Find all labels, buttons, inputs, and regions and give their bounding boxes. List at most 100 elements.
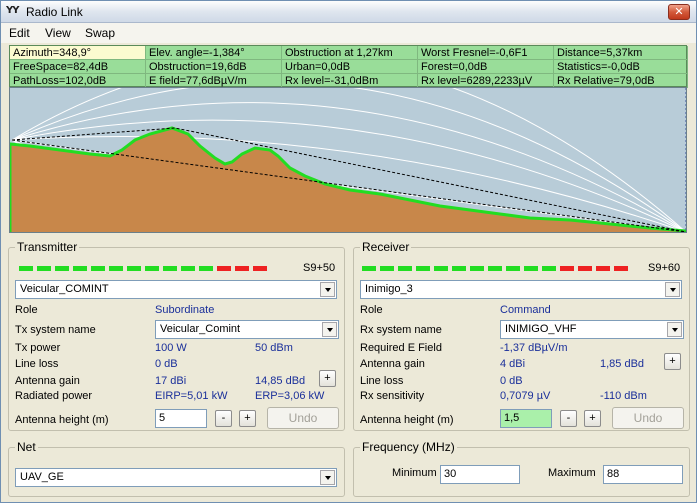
tx-loss-value: 0 dB xyxy=(155,358,178,370)
window-title: Radio Link xyxy=(26,5,83,19)
rx-system-label: Rx system name xyxy=(360,324,442,336)
transmitter-title: Transmitter xyxy=(15,240,80,254)
meter-segment-green xyxy=(380,266,394,271)
title-bar[interactable]: YY Radio Link ✕ xyxy=(1,1,696,23)
tx-role-label: Role xyxy=(15,304,38,316)
meter-segment-green xyxy=(470,266,484,271)
info-distance: Distance=5,37km xyxy=(554,46,688,60)
rx-undo-button[interactable]: Undo xyxy=(612,407,684,429)
tx-erp: ERP=3,06 kW xyxy=(255,390,325,402)
menu-bar: Edit View Swap xyxy=(1,23,696,43)
tx-power-dbm: 50 dBm xyxy=(255,342,293,354)
rx-sens-label: Rx sensitivity xyxy=(360,390,425,402)
transmitter-panel: Transmitter S9+50 Veicular_COMINT Role S… xyxy=(8,240,345,431)
tx-height-minus-button[interactable]: - xyxy=(215,410,232,427)
info-pathloss: PathLoss=102,0dB xyxy=(10,74,146,88)
chevron-down-icon[interactable] xyxy=(665,282,680,297)
chevron-down-icon[interactable] xyxy=(320,282,335,297)
chevron-down-icon[interactable] xyxy=(320,470,335,485)
rx-gain-plus-button[interactable]: + xyxy=(664,353,681,370)
receiver-panel: Receiver S9+60 Inimigo_3 Role Command Rx… xyxy=(353,240,690,431)
tx-height-label: Antenna height (m) xyxy=(15,414,109,426)
rx-field-value: -1,37 dBµV/m xyxy=(500,342,568,354)
meter-segment-red xyxy=(614,266,628,271)
freq-min-input[interactable]: 30 xyxy=(440,465,520,484)
rx-role-value: Command xyxy=(500,304,551,316)
tx-undo-button[interactable]: Undo xyxy=(267,407,339,429)
meter-segment-green xyxy=(542,266,556,271)
info-forest: Forest=0,0dB xyxy=(418,60,554,74)
tx-height-input[interactable]: 5 xyxy=(155,409,207,428)
meter-segment-green xyxy=(55,266,69,271)
terrain-profile xyxy=(9,87,687,233)
meter-segment-green xyxy=(109,266,123,271)
meter-segment-green xyxy=(145,266,159,271)
meter-segment-green xyxy=(524,266,538,271)
rx-role-label: Role xyxy=(360,304,383,316)
tx-gain-dbd: 14,85 dBd xyxy=(255,375,306,387)
info-rx-level-dbm: Rx level=-31,0dBm xyxy=(282,74,418,88)
rx-system-select[interactable]: INIMIGO_VHF xyxy=(500,320,684,339)
rx-field-label: Required E Field xyxy=(360,342,442,354)
rx-sens-uv: 0,7079 µV xyxy=(500,390,551,402)
info-obstruction-at: Obstruction at 1,27km xyxy=(282,46,418,60)
meter-segment-green xyxy=(37,266,51,271)
rx-height-input[interactable]: 1,5 xyxy=(500,409,552,428)
menu-swap[interactable]: Swap xyxy=(85,26,115,40)
net-panel: Net UAV_GE xyxy=(8,440,345,497)
rx-height-plus-button[interactable]: + xyxy=(584,410,601,427)
meter-segment-green xyxy=(127,266,141,271)
tx-unit-select[interactable]: Veicular_COMINT xyxy=(15,280,337,299)
rx-loss-value: 0 dB xyxy=(500,375,523,387)
rx-gain-dbd: 1,85 dBd xyxy=(600,358,645,370)
rx-sens-dbm: -110 dBm xyxy=(600,390,647,402)
meter-segment-red xyxy=(253,266,267,271)
menu-view[interactable]: View xyxy=(45,26,71,40)
tx-eirp: EIRP=5,01 kW xyxy=(155,390,228,402)
meter-segment-green xyxy=(398,266,412,271)
rx-system-value: INIMIGO_VHF xyxy=(505,323,577,335)
tx-gain-plus-button[interactable]: + xyxy=(319,370,336,387)
receiver-title: Receiver xyxy=(360,240,412,254)
info-elev-angle: Elev. angle=-1,384° xyxy=(146,46,282,60)
meter-segment-green xyxy=(488,266,502,271)
rx-height-label: Antenna height (m) xyxy=(360,414,454,426)
info-rx-level-uv: Rx level=6289,2233µV xyxy=(418,74,554,88)
frequency-title: Frequency (MHz) xyxy=(360,440,457,454)
info-freespace: FreeSpace=82,4dB xyxy=(10,60,146,74)
info-urban: Urban=0,0dB xyxy=(282,60,418,74)
tx-meter-label: S9+50 xyxy=(303,262,336,274)
meter-segment-red xyxy=(560,266,574,271)
frequency-panel: Frequency (MHz) Minimum 30 Maximum 88 xyxy=(353,440,690,497)
tx-loss-label: Line loss xyxy=(15,358,59,370)
rx-meter-label: S9+60 xyxy=(648,262,681,274)
tx-power-label: Tx power xyxy=(15,342,61,354)
tx-unit-value: Veicular_COMINT xyxy=(20,283,109,295)
meter-segment-green xyxy=(362,266,376,271)
meter-segment-red xyxy=(596,266,610,271)
info-obstruction: Obstruction=19,6dB xyxy=(146,60,282,74)
net-select[interactable]: UAV_GE xyxy=(15,468,337,487)
rx-unit-value: Inimigo_3 xyxy=(365,283,413,295)
freq-max-input[interactable]: 88 xyxy=(603,465,683,484)
rx-height-minus-button[interactable]: - xyxy=(560,410,577,427)
info-azimuth: Azimuth=348,9° xyxy=(10,46,146,60)
info-rx-relative: Rx Relative=79,0dB xyxy=(554,74,688,88)
meter-segment-green xyxy=(416,266,430,271)
meter-segment-red xyxy=(217,266,231,271)
chevron-down-icon[interactable] xyxy=(667,322,682,337)
menu-edit[interactable]: Edit xyxy=(9,26,30,40)
freq-min-label: Minimum xyxy=(392,467,437,479)
tx-height-plus-button[interactable]: + xyxy=(239,410,256,427)
rx-unit-select[interactable]: Inimigo_3 xyxy=(360,280,682,299)
chevron-down-icon[interactable] xyxy=(322,322,337,337)
net-value: UAV_GE xyxy=(20,471,64,483)
app-icon: YY xyxy=(6,5,19,16)
tx-signal-meter xyxy=(19,266,289,272)
meter-segment-green xyxy=(452,266,466,271)
rx-gain-dbi: 4 dBi xyxy=(500,358,526,370)
tx-role-value: Subordinate xyxy=(155,304,215,316)
close-button[interactable]: ✕ xyxy=(668,4,690,20)
info-efield: E field=77,6dBµV/m xyxy=(146,74,282,88)
tx-system-select[interactable]: Veicular_Comint xyxy=(155,320,339,339)
